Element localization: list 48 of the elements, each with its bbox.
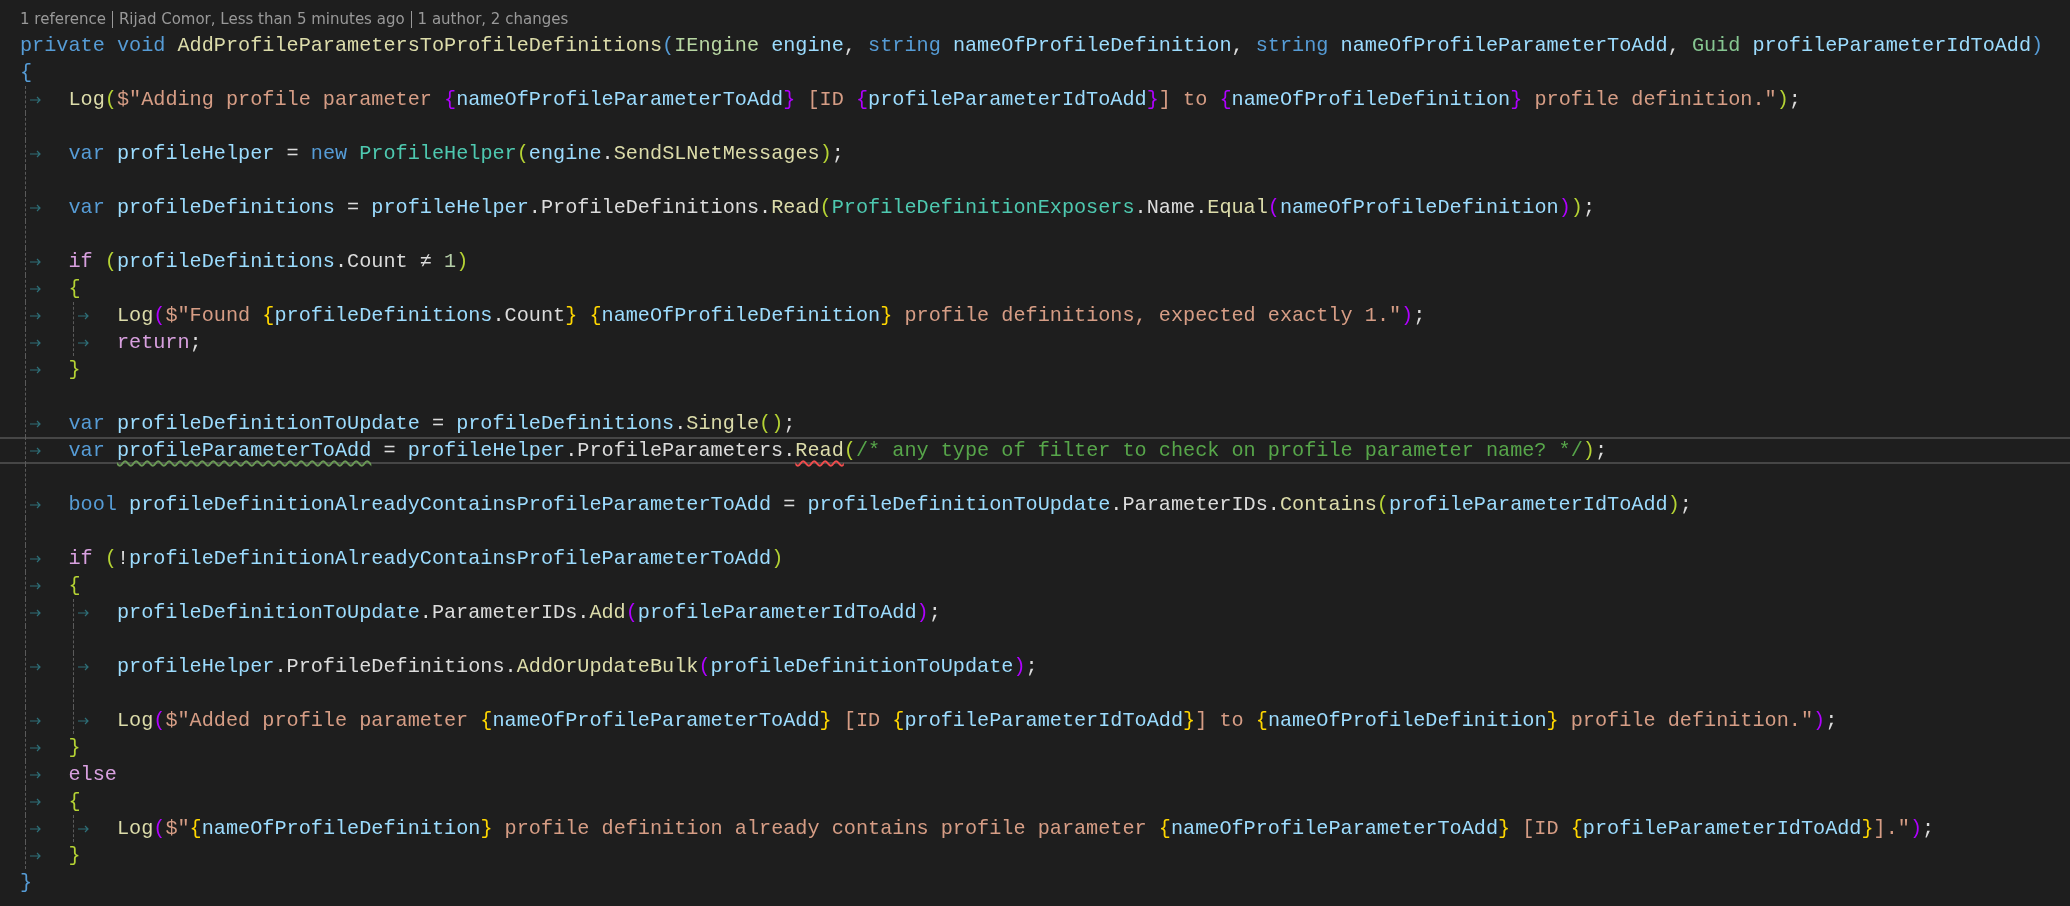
code-lens-link[interactable]: 1 reference [20,10,106,28]
tab-arrow-icon [29,446,43,455]
code-line: private void AddProfileParametersToProfileDefinitions(IEngine engine, string nameOfProfileDefinition, string nameOfProfileParameterToAdd, Guid profileParameterIdToAdd) [20,34,2044,57]
code-line: { [68,574,81,597]
tab-arrow-icon [29,716,43,725]
tab-arrow-icon [29,851,43,860]
code-line: profileHelper.ProfileDefinitions.AddOrUpdateBulk(profileDefinitionToUpdate); [116,655,1038,678]
code-line: { [68,790,81,813]
tab-arrow-icon [29,203,43,212]
code-line: if (!profileDefinitionAlreadyContainsProfileParameterToAdd) [68,547,784,570]
tab-arrow-icon [29,419,43,428]
code-line: return; [116,331,202,354]
code-line: { [68,277,81,300]
tab-arrow-icon [29,608,43,617]
code-line: } [68,358,81,381]
tab-arrow-icon [29,500,43,509]
tab-arrow-icon [29,770,43,779]
tab-arrow-icon [29,662,43,671]
code-line: var profileDefinitions = profileHelper.ProfileDefinitions.Read(ProfileDefinitionExposers.Name.Equal(nameOfProfileDefinition)); [68,196,1595,219]
tab-arrow-icon [29,338,43,347]
tab-arrow-icon [29,554,43,563]
tab-arrow-icon [29,257,43,266]
tab-arrow-icon [29,743,43,752]
tab-arrow-icon [29,95,43,104]
tab-arrow-icon [29,581,43,590]
code-line: } [68,736,81,759]
tab-arrow-icon [29,824,43,833]
code-line: var profileDefinitionToUpdate = profileDefinitions.Single(); [68,412,796,435]
code-line: Log($"{nameOfProfileDefinition} profile definition already contains profile parameter {nameOfProfileParameterToAdd} [ID {profileParameterIdToAdd}]."); [116,817,1935,840]
code-line: { [20,61,33,84]
code-lens-link[interactable]: 1 author, 2 changes [417,10,569,28]
tab-arrow-icon [29,149,43,158]
code-line: var profileHelper = new ProfileHelper(engine.SendSLNetMessages); [68,142,844,165]
code-line: Log($"Added profile parameter {nameOfProfileParameterToAdd} [ID {profileParameterIdToAdd}] to {nameOfProfileDefinition} profile definition."); [116,709,1838,732]
code-line: bool profileDefinitionAlreadyContainsProfileParameterToAdd = profileDefinitionToUpdate.ParameterIDs.Contains(profileParameterIdToAdd); [68,493,1692,516]
code-line: else [68,763,117,786]
code-line: profileDefinitionToUpdate.ParameterIDs.Add(profileParameterIdToAdd); [116,601,941,624]
tab-arrow-icon [29,797,43,806]
code-line: } [20,871,33,894]
tab-arrow-icon [29,284,43,293]
code-line: var profileParameterToAdd = profileHelper.ProfileParameters.Read(/* any type of filter to check on profile parameter name? */); [68,439,1608,462]
code-line: if (profileDefinitions.Count ≠ 1) [68,250,469,273]
code-line: Log($"Adding profile parameter {nameOfProfileParameterToAdd} [ID {profileParameterIdToAdd}] to {nameOfProfileDefinition} profile definition."); [68,88,1801,111]
code-line: Log($"Found {profileDefinitions.Count} {nameOfProfileDefinition} profile definitions, expected exactly 1."); [116,304,1426,327]
tab-arrow-icon [29,311,43,320]
code-line: } [68,844,81,867]
tab-arrow-icon [29,365,43,374]
code-lens-link[interactable]: Rijad Comor, Less than 5 minutes ago [118,10,405,28]
